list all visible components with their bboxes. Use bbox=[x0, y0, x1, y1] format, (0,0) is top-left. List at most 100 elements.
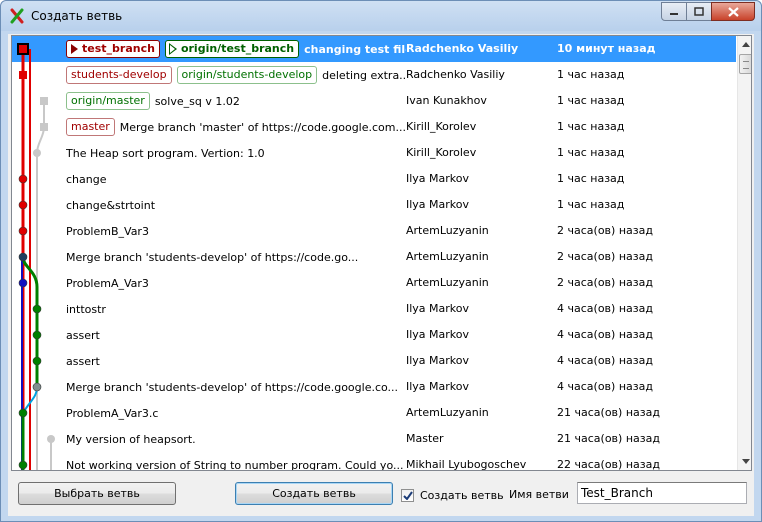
local-branch-tag[interactable]: test_branch bbox=[66, 40, 160, 58]
commit-row[interactable]: change&strtoint Ilya Markov 1 час назад bbox=[12, 192, 736, 218]
remote-branch-tag[interactable]: origin/test_branch bbox=[164, 40, 300, 58]
commit-node bbox=[47, 435, 55, 443]
window-title: Создать ветвь bbox=[31, 9, 123, 23]
create-branch-checkbox[interactable] bbox=[401, 488, 414, 502]
commit-row[interactable]: change Ilya Markov 1 час назад bbox=[12, 166, 736, 192]
vertical-scrollbar[interactable] bbox=[737, 36, 751, 470]
commit-author: Ilya Markov bbox=[406, 198, 470, 211]
commit-node bbox=[32, 330, 42, 340]
commit-message: The Heap sort program. Vertion: 1.0 bbox=[66, 146, 265, 160]
commit-message: change bbox=[66, 172, 107, 186]
select-branch-label: Выбрать ветвь bbox=[54, 487, 140, 500]
commit-row[interactable]: Merge branch 'students-develop' of https… bbox=[12, 374, 736, 400]
commit-node bbox=[17, 43, 29, 55]
commit-row[interactable]: students-develop origin/students-develop d… bbox=[12, 62, 736, 88]
select-branch-button[interactable]: Выбрать ветвь bbox=[18, 482, 176, 505]
revision-graph bbox=[17, 43, 55, 470]
commit-author: Radchenko Vasiliy bbox=[406, 42, 519, 55]
commit-date: 21 часа(ов) назад bbox=[557, 406, 660, 419]
local-branch-tag[interactable]: students-develop bbox=[66, 66, 172, 84]
commit-author: Ilya Markov bbox=[406, 354, 470, 367]
commit-author: Kirill_Korolev bbox=[406, 146, 477, 159]
commit-node bbox=[32, 356, 42, 366]
create-branch-checkbox-group[interactable]: Создать ветвь bbox=[401, 487, 504, 503]
commit-author: ArtemLuzyanin bbox=[406, 224, 489, 237]
commit-row[interactable]: ProblemB_Var3 ArtemLuzyanin 2 часа(ов) наз… bbox=[12, 218, 736, 244]
branch-tag-label: test_branch bbox=[82, 42, 155, 55]
commit-node bbox=[40, 123, 48, 131]
commit-message-cell: change bbox=[66, 166, 406, 192]
branch-name-label: Имя ветви bbox=[509, 488, 569, 501]
commit-row[interactable]: The Heap sort program. Vertion: 1.0 Kiril… bbox=[12, 140, 736, 166]
commit-author: ArtemLuzyanin bbox=[406, 406, 489, 419]
checkmark-icon bbox=[402, 490, 413, 500]
commit-row[interactable]: ProblemA_Var3.c ArtemLuzyanin 21 часа(ов) … bbox=[12, 400, 736, 426]
maximize-icon bbox=[694, 7, 704, 16]
scroll-down-button[interactable] bbox=[738, 453, 751, 470]
commit-node bbox=[18, 278, 28, 288]
branch-name-value: Test_Branch bbox=[581, 486, 653, 500]
minimize-icon bbox=[670, 12, 678, 15]
git-branch-icon bbox=[10, 8, 24, 24]
commit-message: Merge branch 'master' of https://code.go… bbox=[119, 120, 406, 134]
commit-node bbox=[18, 174, 28, 184]
minimize-button[interactable] bbox=[661, 2, 687, 21]
commit-date: 1 час назад bbox=[557, 68, 625, 81]
commit-message-cell: students-develop origin/students-develop d… bbox=[66, 62, 406, 88]
commit-message: My version of heapsort. bbox=[66, 432, 196, 446]
commit-message: change&strtoint bbox=[66, 198, 156, 212]
branch-tag-label: origin/master bbox=[71, 94, 145, 107]
commit-node bbox=[32, 304, 42, 314]
scroll-up-button[interactable] bbox=[738, 36, 751, 53]
commit-row[interactable]: test_branch origin/test_branch changing te… bbox=[12, 36, 736, 62]
create-branch-window: Создать ветвь test_branch origin/test_bra… bbox=[0, 0, 762, 522]
commit-message: ProblemA_Var3.c bbox=[66, 406, 159, 420]
commit-message: ProblemA_Var3 bbox=[66, 276, 149, 290]
commit-row[interactable]: Merge branch 'students-develop' of https… bbox=[12, 244, 736, 270]
commit-row[interactable]: My version of heapsort. Master 21 часа(ов)… bbox=[12, 426, 736, 452]
local-branch-tag[interactable]: master bbox=[66, 118, 115, 136]
maximize-button[interactable] bbox=[686, 2, 712, 21]
commit-date: 1 час назад bbox=[557, 172, 625, 185]
commit-message-cell: inttostr bbox=[66, 296, 406, 322]
commit-row[interactable]: inttostr Ilya Markov 4 часа(ов) назад bbox=[12, 296, 736, 322]
commit-date: 1 час назад bbox=[557, 120, 625, 133]
commit-message: Merge branch 'students-develop' of https… bbox=[66, 250, 359, 264]
branch-name-input[interactable]: Test_Branch bbox=[577, 482, 747, 504]
commit-date: 1 час назад bbox=[557, 94, 625, 107]
commit-date: 2 часа(ов) назад bbox=[557, 276, 653, 289]
commit-message-cell: ProblemA_Var3.c bbox=[66, 400, 406, 426]
commit-author: Ivan Kunakhov bbox=[406, 94, 487, 107]
commit-row[interactable]: assert Ilya Markov 4 часа(ов) назад bbox=[12, 348, 736, 374]
commit-row[interactable]: origin/master solve_sq v 1.02 Ivan Kunakho… bbox=[12, 88, 736, 114]
commit-message-cell: My version of heapsort. bbox=[66, 426, 406, 452]
commit-date: 1 час назад bbox=[557, 146, 625, 159]
commit-message-cell: test_branch origin/test_branch changing te… bbox=[66, 36, 406, 62]
commit-row[interactable]: ProblemA_Var3 ArtemLuzyanin 2 часа(ов) наз… bbox=[12, 270, 736, 296]
commit-date: 2 часа(ов) назад bbox=[557, 224, 653, 237]
commit-row[interactable]: master Merge branch 'master' of https://c… bbox=[12, 114, 736, 140]
commit-row[interactable]: assert Ilya Markov 4 часа(ов) назад bbox=[12, 322, 736, 348]
commit-node bbox=[18, 408, 28, 418]
create-branch-button[interactable]: Создать ветвь bbox=[235, 482, 393, 505]
commit-node bbox=[32, 382, 42, 392]
commit-author: Ilya Markov bbox=[406, 328, 470, 341]
scroll-thumb[interactable] bbox=[739, 54, 751, 74]
remote-branch-tag[interactable]: origin/master bbox=[66, 92, 150, 110]
create-branch-label: Создать ветвь bbox=[272, 487, 356, 500]
commit-message-cell: Merge branch 'students-develop' of https… bbox=[66, 244, 406, 270]
commit-message: changing test file ... bbox=[304, 42, 406, 56]
commit-node bbox=[33, 149, 41, 157]
commit-date: 4 часа(ов) назад bbox=[557, 380, 653, 393]
commit-row[interactable]: Not working version of String to number … bbox=[12, 452, 736, 470]
title-bar[interactable]: Создать ветвь bbox=[1, 1, 761, 31]
create-branch-checkbox-label: Создать ветвь bbox=[420, 488, 504, 502]
branch-tag-label: origin/test_branch bbox=[180, 42, 295, 55]
close-button[interactable] bbox=[711, 2, 755, 21]
revision-grid[interactable]: test_branch origin/test_branch changing te… bbox=[11, 35, 752, 471]
commit-message: deleting extra... bbox=[322, 68, 406, 82]
commit-node bbox=[40, 97, 48, 105]
branch-tag-label: students-develop bbox=[71, 68, 167, 81]
remote-branch-tag[interactable]: origin/students-develop bbox=[176, 66, 318, 84]
commit-node bbox=[18, 200, 28, 210]
